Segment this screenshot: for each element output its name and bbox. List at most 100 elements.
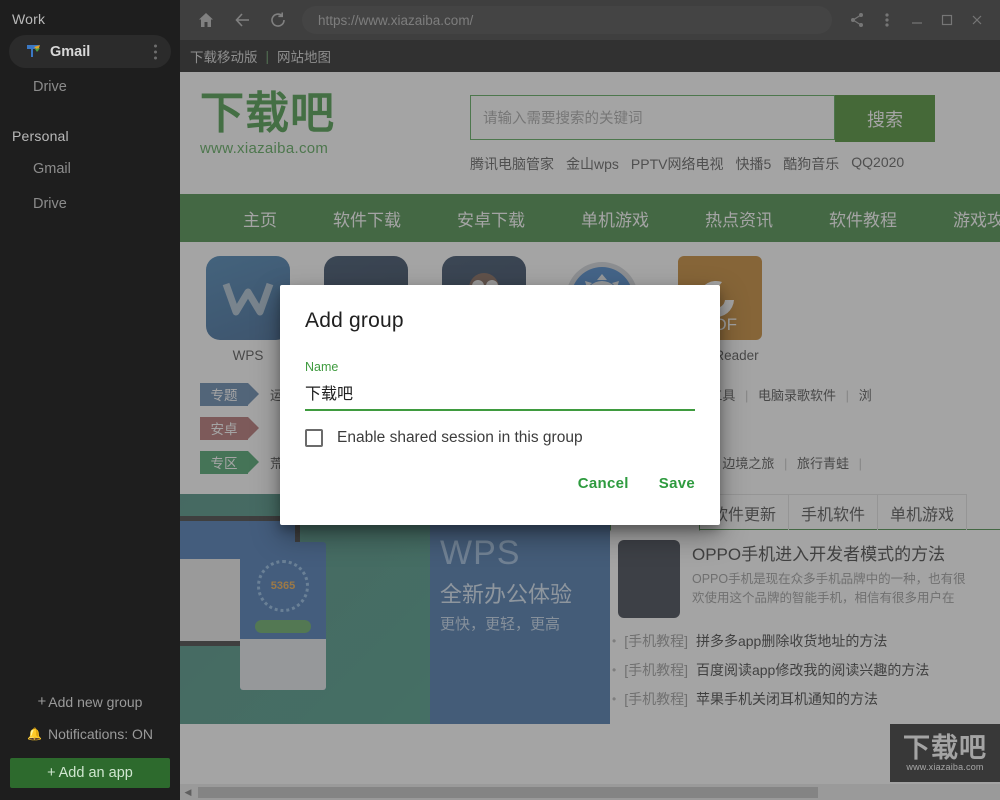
dialog-actions: Cancel Save: [305, 475, 695, 492]
shared-session-label: Enable shared session in this group: [337, 429, 583, 446]
home-icon[interactable]: [188, 2, 224, 38]
bell-icon: 🔔: [27, 727, 42, 741]
news-category: [手机教程]: [624, 661, 688, 678]
sidebar: Work Gmail Drive Personal Gmail Drive + …: [0, 0, 180, 800]
news-list-item[interactable]: • [手机教程] 拼多多app删除收货地址的方法: [612, 626, 1000, 655]
shared-session-checkbox[interactable]: [305, 429, 323, 447]
watermark-logo: 下载吧: [903, 733, 987, 763]
news-title: 拼多多app删除收货地址的方法: [695, 632, 888, 649]
nav-item-software[interactable]: 软件下载: [305, 206, 429, 231]
tab-mobile-software[interactable]: 手机软件: [788, 494, 879, 530]
news-box: 最新资讯 软件更新 手机软件 单机游戏 OPPO手机进入开发者模式的方法 OPP…: [610, 494, 1000, 724]
tag-chip-zone[interactable]: 专区: [200, 450, 259, 474]
phone-card-illustration: 5365: [240, 542, 326, 690]
hot-keywords: 腾讯电脑管家 金山wps PPTV网络电视 快播5 酷狗音乐 QQ2020: [470, 154, 935, 174]
three-dot-menu-icon[interactable]: [154, 44, 157, 59]
speed-meter: 5365: [257, 560, 309, 612]
back-arrow-icon[interactable]: [224, 2, 260, 38]
news-list: • [手机教程] 拼多多app删除收货地址的方法 • [手机教程] 百度阅读ap…: [610, 618, 1000, 713]
news-title: 百度阅读app修改我的阅读兴趣的方法: [695, 661, 930, 678]
sidebar-item-work-drive[interactable]: Drive: [9, 70, 171, 103]
url-bar[interactable]: https://www.xiazaiba.com/: [302, 6, 832, 34]
tab-single-games[interactable]: 单机游戏: [877, 494, 968, 530]
scroll-left-arrow[interactable]: ◀: [180, 787, 196, 798]
site-watermark: 下载吧 www.xiazaiba.com: [890, 724, 1000, 782]
hot-keyword[interactable]: 腾讯电脑管家: [470, 154, 554, 174]
topbar-mobile-link[interactable]: 下载移动版: [190, 46, 258, 66]
bullet-icon: •: [612, 691, 617, 706]
add-an-app-label: Add an app: [58, 765, 133, 781]
featured-article[interactable]: OPPO手机进入开发者模式的方法 OPPO手机是现在众多手机品牌中的一种，也有很…: [610, 530, 1000, 618]
news-category: [手机教程]: [624, 690, 688, 707]
news-category: [手机教程]: [624, 632, 688, 649]
maximize-icon[interactable]: [932, 2, 962, 38]
tag-link[interactable]: 边境之旅: [722, 456, 774, 471]
name-input[interactable]: 下载吧: [305, 376, 695, 411]
nav-item-games[interactable]: 单机游戏: [553, 206, 677, 231]
tag-link[interactable]: 旅行青蛙: [797, 456, 849, 471]
nav-item-android[interactable]: 安卓下载: [429, 206, 553, 231]
topbar-sitemap-link[interactable]: 网站地图: [277, 46, 331, 66]
three-dot-menu-icon[interactable]: [872, 2, 902, 38]
hot-keyword[interactable]: 酷狗音乐: [783, 154, 839, 174]
sidebar-item-personal-gmail[interactable]: Gmail: [9, 152, 171, 185]
tag-chip-android[interactable]: 安卓: [200, 416, 259, 440]
banner-cta-button: [255, 620, 311, 633]
site-topbar: 下载移动版 | 网站地图: [180, 40, 1000, 72]
banner-headline: 全新办公体验: [440, 582, 573, 607]
wps-banner[interactable]: 5365 WPS 全新办公体验 更快，更轻，更高: [180, 494, 610, 724]
share-icon[interactable]: [842, 2, 872, 38]
nav-item-tutorials[interactable]: 软件教程: [801, 206, 925, 231]
search-button[interactable]: 搜索: [835, 95, 935, 142]
close-icon[interactable]: [962, 2, 992, 38]
save-button[interactable]: Save: [659, 475, 695, 492]
news-list-item[interactable]: • [手机教程] 百度阅读app修改我的阅读兴趣的方法: [612, 655, 1000, 684]
add-an-app-button[interactable]: + Add an app: [10, 758, 170, 788]
tag-chip-special[interactable]: 专题: [200, 382, 259, 406]
notifications-toggle[interactable]: 🔔 Notifications: ON: [0, 718, 180, 750]
add-new-group-button[interactable]: + Add new group: [0, 685, 180, 718]
nav-item-news[interactable]: 热点资讯: [677, 206, 801, 231]
sidebar-group-title-personal: Personal: [12, 128, 69, 144]
shared-session-checkbox-row[interactable]: Enable shared session in this group: [305, 429, 695, 447]
site-logo[interactable]: 下载吧 www.xiazaiba.com: [200, 90, 370, 158]
cancel-button[interactable]: Cancel: [578, 475, 629, 492]
hot-keyword[interactable]: QQ2020: [851, 154, 904, 174]
hot-keyword[interactable]: 快播5: [735, 154, 771, 174]
sidebar-item-label: Drive: [33, 195, 67, 212]
plus-icon: +: [37, 693, 47, 710]
add-new-group-label: Add new group: [48, 693, 143, 710]
minimize-icon[interactable]: [902, 2, 932, 38]
watermark-url: www.xiazaiba.com: [906, 762, 984, 772]
site-search: 请输入需要搜索的关键词 搜索 腾讯电脑管家 金山wps PPTV网络电视 快播5…: [470, 95, 935, 174]
article-desc-line2: 欢使用这个品牌的智能手机，相信有很多用户在: [692, 591, 955, 605]
add-group-dialog: Add group Name 下载吧 Enable shared session…: [280, 285, 720, 525]
news-title: 苹果手机关闭耳机通知的方法: [695, 690, 878, 707]
article-thumbnail: [618, 540, 680, 618]
sidebar-item-personal-drive[interactable]: Drive: [9, 187, 171, 220]
site-nav: 主页 软件下载 安卓下载 单机游戏 热点资讯 软件教程 游戏攻略: [180, 194, 1000, 242]
hot-keyword[interactable]: 金山wps: [566, 154, 619, 174]
hot-keyword[interactable]: PPTV网络电视: [631, 154, 724, 174]
sidebar-group-title-work: Work: [12, 11, 46, 27]
sidebar-item-label: Gmail: [33, 160, 71, 177]
sidebar-group-work: Work Gmail Drive: [0, 0, 180, 105]
news-list-item[interactable]: • [手机教程] 苹果手机关闭耳机通知的方法: [612, 684, 1000, 713]
horizontal-scrollbar[interactable]: ◀: [180, 784, 1000, 800]
banner-right-panel: WPS 全新办公体验 更快，更轻，更高: [430, 494, 610, 724]
topbar-separator: |: [265, 48, 270, 64]
sidebar-item-work-gmail[interactable]: Gmail: [9, 35, 171, 68]
reload-icon[interactable]: [260, 2, 296, 38]
scrollbar-thumb[interactable]: [198, 786, 818, 798]
bullet-icon: •: [612, 662, 617, 677]
dialog-title: Add group: [305, 309, 404, 332]
tag-link[interactable]: 浏: [859, 388, 872, 403]
nav-item-home[interactable]: 主页: [215, 206, 305, 231]
wps-app-icon: [206, 256, 290, 340]
search-input[interactable]: 请输入需要搜索的关键词: [470, 95, 835, 140]
site-header: 下载吧 www.xiazaiba.com 请输入需要搜索的关键词 搜索 腾讯电脑…: [180, 72, 1000, 194]
nav-item-guides[interactable]: 游戏攻略: [925, 206, 1000, 231]
tag-link[interactable]: 电脑录歌软件: [758, 388, 836, 403]
tag-label: 专区: [210, 456, 238, 471]
